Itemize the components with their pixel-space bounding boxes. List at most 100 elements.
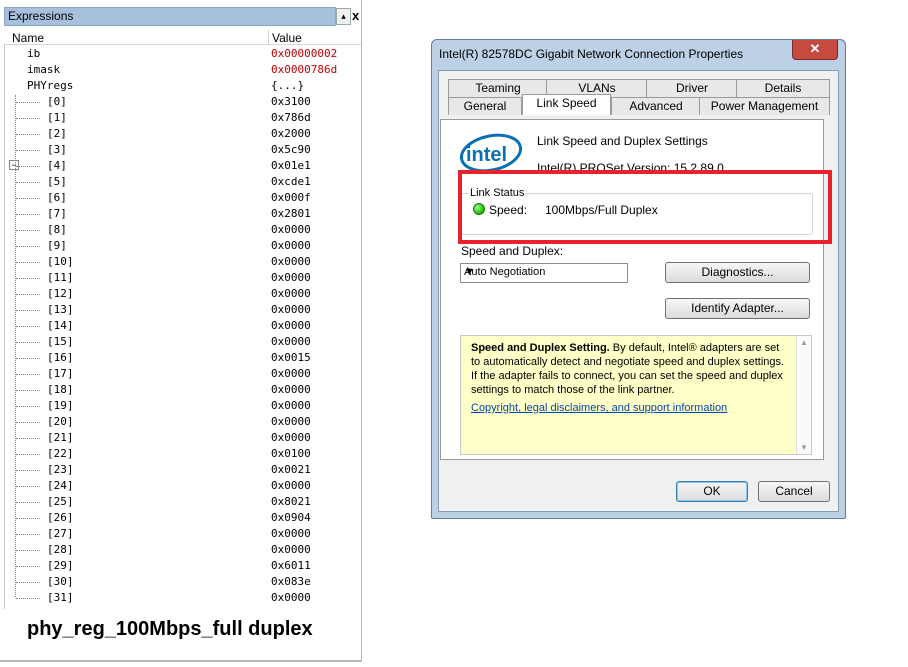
tree-connector xyxy=(16,358,40,359)
tab-general[interactable]: General xyxy=(448,97,522,115)
tree-connector xyxy=(16,278,40,279)
tree-connector xyxy=(16,310,40,311)
phyreg-row[interactable]: [6] 0x000f xyxy=(0,190,361,206)
expression-row-imask[interactable]: imask 0x0000786d xyxy=(0,62,361,78)
phyreg-value: 0x0021 xyxy=(271,463,311,476)
help-text: Speed and Duplex Setting. By default, In… xyxy=(471,341,791,397)
phyreg-row[interactable]: [14] 0x0000 xyxy=(0,318,361,334)
phyreg-value: 0x0000 xyxy=(271,383,311,396)
phyreg-value: 0x0000 xyxy=(271,479,311,492)
phyreg-row[interactable]: [4] 0x01e1 xyxy=(0,158,361,174)
phyreg-row[interactable]: [23] 0x0021 xyxy=(0,462,361,478)
tree-connector xyxy=(16,326,40,327)
column-value-header[interactable]: Value xyxy=(272,31,302,45)
phyreg-row[interactable]: [28] 0x0000 xyxy=(0,542,361,558)
tab-driver[interactable]: Driver xyxy=(646,79,738,97)
phyreg-row[interactable]: [11] 0x0000 xyxy=(0,270,361,286)
phyreg-row[interactable]: [3] 0x5c90 xyxy=(0,142,361,158)
close-icon[interactable]: x xyxy=(352,7,362,24)
ok-button[interactable]: OK xyxy=(676,481,748,502)
expression-value: 0x0000786d xyxy=(271,63,338,76)
phyreg-index: [7] xyxy=(47,207,67,220)
tree-connector xyxy=(16,470,40,471)
phyreg-value: 0x8021 xyxy=(271,495,311,508)
phyreg-index: [23] xyxy=(47,463,74,476)
phyreg-row[interactable]: [1] 0x786d xyxy=(0,110,361,126)
phyreg-row[interactable]: [15] 0x0000 xyxy=(0,334,361,350)
phyreg-index: [29] xyxy=(47,559,74,572)
phyreg-row[interactable]: [8] 0x0000 xyxy=(0,222,361,238)
tab-link-speed[interactable]: Link Speed xyxy=(522,94,611,115)
phyreg-index: [6] xyxy=(47,191,67,204)
phyreg-index: [19] xyxy=(47,399,74,412)
tree-connector xyxy=(16,166,40,167)
tree-connector xyxy=(16,438,40,439)
phyreg-value: 0x0000 xyxy=(271,287,311,300)
help-scrollbar[interactable]: ▲ ▼ xyxy=(796,336,811,454)
tree-connector xyxy=(16,342,40,343)
phyreg-value: 0x3100 xyxy=(271,95,311,108)
tree-connector xyxy=(16,118,40,119)
tree-connector xyxy=(16,390,40,391)
phyreg-index: [30] xyxy=(47,575,74,588)
tab-details[interactable]: Details xyxy=(736,79,830,97)
tab-advanced[interactable]: Advanced xyxy=(611,97,701,115)
phyreg-row[interactable]: [9] 0x0000 xyxy=(0,238,361,254)
column-divider[interactable] xyxy=(268,30,269,44)
cancel-button[interactable]: Cancel xyxy=(758,481,830,502)
phyreg-value: 0x2801 xyxy=(271,207,311,220)
phyreg-value: 0x0100 xyxy=(271,447,311,460)
tab-power-management[interactable]: Power Management xyxy=(699,97,830,115)
phyreg-value: 0x0000 xyxy=(271,367,311,380)
intel-logo: intel xyxy=(459,133,523,173)
phyreg-row[interactable]: [25] 0x8021 xyxy=(0,494,361,510)
phyreg-value: 0x0000 xyxy=(271,223,311,236)
expression-row-ib[interactable]: ib 0x00000002 xyxy=(0,46,361,62)
identify-adapter-button[interactable]: Identify Adapter... xyxy=(665,298,810,319)
phyreg-row[interactable]: [27] 0x0000 xyxy=(0,526,361,542)
phyreg-row[interactable]: [13] 0x0000 xyxy=(0,302,361,318)
copyright-link[interactable]: Copyright, legal disclaimers, and suppor… xyxy=(471,402,727,414)
tree-connector xyxy=(16,598,40,599)
phyreg-row[interactable]: [21] 0x0000 xyxy=(0,430,361,446)
phyreg-value: 0x0000 xyxy=(271,303,311,316)
phyreg-index: [16] xyxy=(47,351,74,364)
phyreg-row[interactable]: [18] 0x0000 xyxy=(0,382,361,398)
phyreg-row[interactable]: [7] 0x2801 xyxy=(0,206,361,222)
phyreg-row[interactable]: [17] 0x0000 xyxy=(0,366,361,382)
phyreg-row[interactable]: [29] 0x6011 xyxy=(0,558,361,574)
speed-duplex-select[interactable]: Auto Negotiation ▼ xyxy=(460,263,628,283)
close-button[interactable]: ✕ xyxy=(792,40,838,60)
phyreg-row[interactable]: [10] 0x0000 xyxy=(0,254,361,270)
phyreg-row[interactable]: [20] 0x0000 xyxy=(0,414,361,430)
phyreg-row[interactable]: [24] 0x0000 xyxy=(0,478,361,494)
expressions-title-bar[interactable]: Expressions xyxy=(4,7,336,26)
pin-icon[interactable]: ▴ xyxy=(336,8,351,25)
phyreg-row[interactable]: [0] 0x3100 xyxy=(0,94,361,110)
tree-connector xyxy=(16,566,40,567)
scroll-down-icon[interactable]: ▼ xyxy=(800,443,808,452)
phyreg-row[interactable]: [5] 0xcde1 xyxy=(0,174,361,190)
chevron-down-icon: ▼ xyxy=(464,266,475,278)
expression-value: 0x00000002 xyxy=(271,47,338,60)
link-status-highlight-box xyxy=(458,170,832,244)
phyreg-row[interactable]: [12] 0x0000 xyxy=(0,286,361,302)
phyreg-row[interactable]: [26] 0x0904 xyxy=(0,510,361,526)
phyreg-row[interactable]: [30] 0x083e xyxy=(0,574,361,590)
phyreg-value: 0x0000 xyxy=(271,239,311,252)
expressions-panel: Expressions ▴ x Name Value ib 0x00000002… xyxy=(0,0,362,662)
phyreg-value: 0x01e1 xyxy=(271,159,311,172)
scroll-up-icon[interactable]: ▲ xyxy=(800,338,808,347)
phyreg-row[interactable]: [2] 0x2000 xyxy=(0,126,361,142)
phyreg-row[interactable]: [31] 0x0000 xyxy=(0,590,361,606)
phyreg-row[interactable]: [16] 0x0015 xyxy=(0,350,361,366)
phyreg-value: 0x0000 xyxy=(271,543,311,556)
phyreg-index: [26] xyxy=(47,511,74,524)
expression-row-phyregs[interactable]: − PHYregs {...} xyxy=(0,78,361,170)
phyreg-row[interactable]: [19] 0x0000 xyxy=(0,398,361,414)
column-name-header[interactable]: Name xyxy=(12,31,44,45)
diagnostics-button[interactable]: Diagnostics... xyxy=(665,262,810,283)
phyreg-index: [4] xyxy=(47,159,67,172)
phyreg-row[interactable]: [22] 0x0100 xyxy=(0,446,361,462)
phyreg-index: [1] xyxy=(47,111,67,124)
